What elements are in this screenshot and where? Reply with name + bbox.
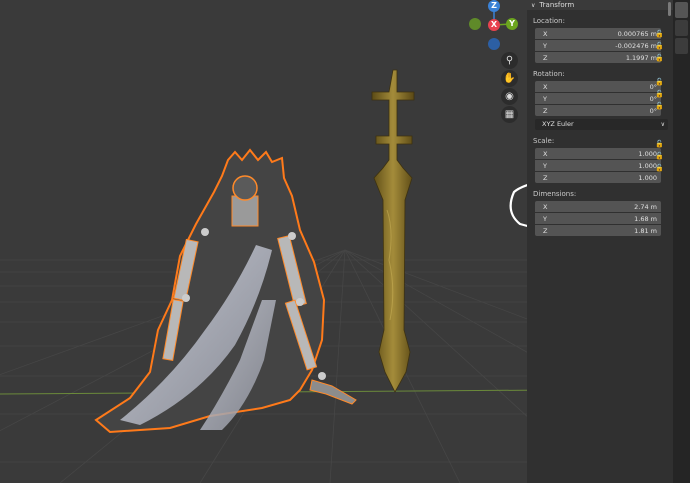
axis-label: Y xyxy=(543,94,547,103)
field-value: 0.000765 m xyxy=(617,29,657,38)
transform-title: Transform xyxy=(539,1,575,9)
scale-label: Scale: xyxy=(533,137,555,145)
lock-icon[interactable]: 🔓 xyxy=(655,152,664,161)
dimensions-y-field[interactable]: Y 1.68 m xyxy=(535,213,661,224)
axis-label: X xyxy=(543,29,548,38)
axis-label: Z xyxy=(543,226,548,235)
field-value: 1.000 xyxy=(638,173,657,182)
panel-scrollbar[interactable] xyxy=(668,2,671,16)
neg-y-axis-ball[interactable] xyxy=(469,18,481,30)
grid-icon[interactable]: ▦ xyxy=(501,106,518,123)
sidebar-tab-strip xyxy=(673,0,690,483)
dimensions-x-field[interactable]: X 2.74 m xyxy=(535,201,661,212)
chevron-down-icon: ∨ xyxy=(531,1,536,9)
field-value: 2.74 m xyxy=(634,202,657,211)
tab-view[interactable] xyxy=(675,38,688,54)
dimensions-z-field[interactable]: Z 1.81 m xyxy=(535,225,661,236)
navigation-gizmo[interactable]: Z X Y xyxy=(466,0,526,52)
field-value: 1.1997 m xyxy=(625,53,657,62)
lock-icon[interactable]: 🔓 xyxy=(655,54,664,63)
rotation-mode-dropdown[interactable]: XYZ Euler ∨ xyxy=(535,119,668,130)
chevron-down-icon: ∨ xyxy=(660,121,665,128)
z-axis-ball[interactable]: Z xyxy=(488,0,500,12)
lock-icon[interactable]: 🔓 xyxy=(655,164,664,173)
scale-y-field[interactable]: Y 1.000 xyxy=(535,160,661,171)
axis-label: Z xyxy=(543,173,548,182)
lock-icon[interactable]: 🔓 xyxy=(655,102,664,111)
scale-x-field[interactable]: X 1.000 xyxy=(535,148,661,159)
y-axis-ball[interactable]: Y xyxy=(506,18,518,30)
lock-icon[interactable]: 🔓 xyxy=(655,30,664,39)
field-value: -0.002476 m xyxy=(615,41,657,50)
axis-label: Z xyxy=(543,106,548,115)
location-label: Location: xyxy=(533,17,565,25)
location-x-field[interactable]: X 0.000765 m xyxy=(535,28,661,39)
lock-icon[interactable]: 🔓 xyxy=(655,90,664,99)
dimensions-label: Dimensions: xyxy=(533,190,577,198)
axis-label: Z xyxy=(543,53,548,62)
hand-pan-icon[interactable]: ✋ xyxy=(501,70,518,87)
axis-label: Y xyxy=(543,161,547,170)
scale-z-field[interactable]: Z 1.000 xyxy=(535,172,661,183)
location-y-field[interactable]: Y -0.002476 m xyxy=(535,40,661,51)
rotation-z-field[interactable]: Z 0° xyxy=(535,105,661,116)
tab-tool[interactable] xyxy=(675,20,688,36)
rotation-x-field[interactable]: X 0° xyxy=(535,81,661,92)
rotation-y-field[interactable]: Y 0° xyxy=(535,93,661,104)
zoom-icon[interactable]: ⚲ xyxy=(501,52,518,69)
axis-label: X xyxy=(543,149,548,158)
field-value: 1.68 m xyxy=(634,214,657,223)
axis-label: X xyxy=(543,202,548,211)
rotation-label: Rotation: xyxy=(533,70,565,78)
axis-label: X xyxy=(543,82,548,91)
neg-z-axis-ball[interactable] xyxy=(488,38,500,50)
location-z-field[interactable]: Z 1.1997 m xyxy=(535,52,661,63)
sword-model[interactable] xyxy=(371,69,415,393)
x-axis-ball[interactable]: X xyxy=(488,19,500,31)
lock-icon[interactable]: 🔓 xyxy=(655,78,664,87)
transform-header[interactable]: ∨ Transform xyxy=(527,0,673,10)
axis-label: Y xyxy=(543,214,547,223)
lock-icon[interactable]: 🔓 xyxy=(655,42,664,51)
properties-panel: ∨ Transform Location: X 0.000765 m Y -0.… xyxy=(527,0,673,483)
rotation-mode-value: XYZ Euler xyxy=(542,120,574,128)
lock-icon[interactable]: 🔓 xyxy=(655,140,664,149)
character-model[interactable] xyxy=(94,148,357,434)
camera-icon[interactable]: ◉ xyxy=(501,88,518,105)
field-value: 1.81 m xyxy=(634,226,657,235)
axis-label: Y xyxy=(543,41,547,50)
tab-item[interactable] xyxy=(675,2,688,18)
